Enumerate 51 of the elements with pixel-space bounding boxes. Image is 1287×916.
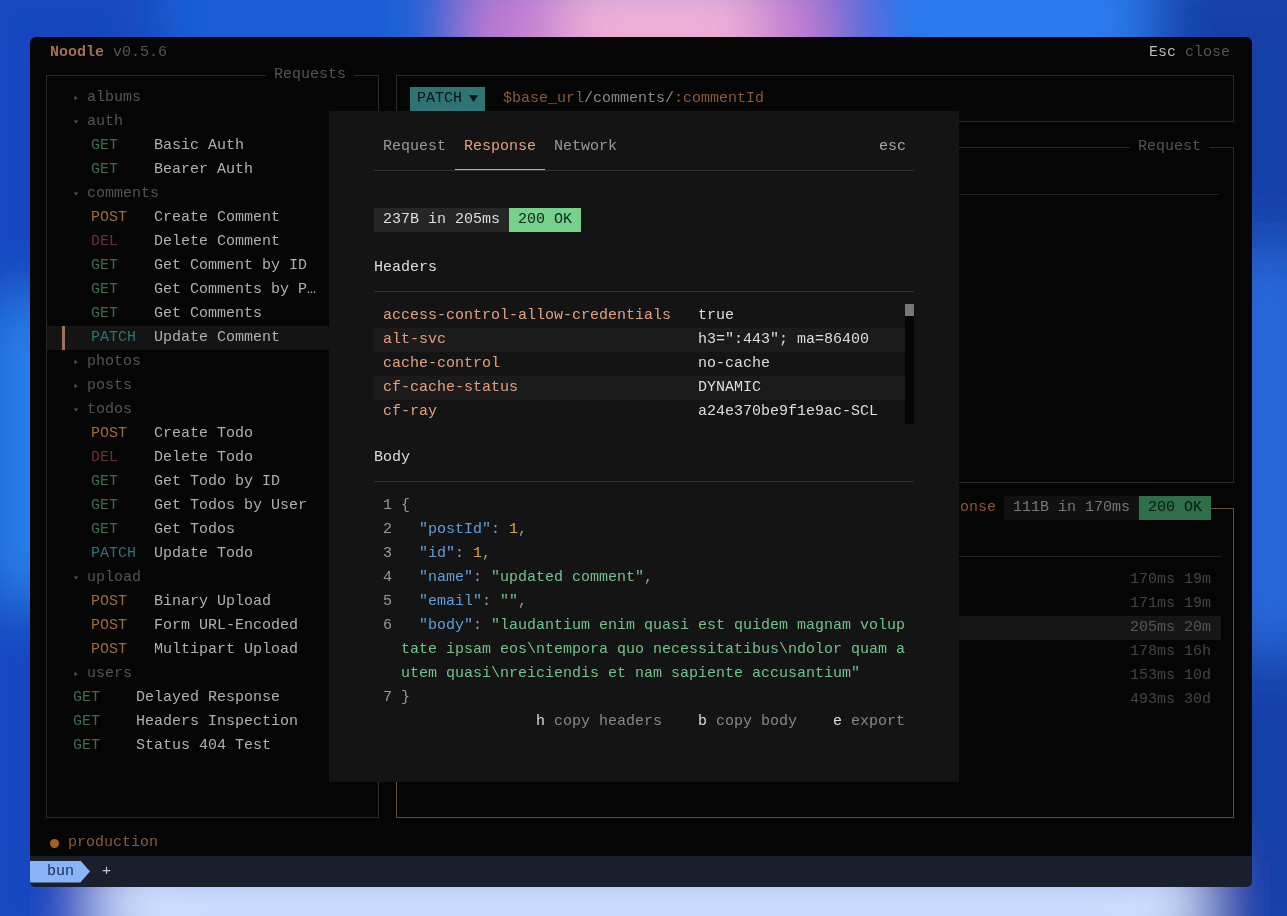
key-hint-label: close: [1185, 43, 1230, 63]
code-line: "name": "updated comment",: [418, 568, 655, 588]
code-line: "email": "",: [418, 592, 529, 612]
code-line: "postId": 1,: [418, 520, 529, 540]
header-name: cache-control: [383, 354, 502, 374]
status-badge: 200 OK: [509, 208, 582, 232]
shortcut-label[interactable]: copy body: [715, 710, 797, 734]
code-line: {: [401, 496, 411, 516]
header-name: cf-cache-status: [383, 378, 520, 398]
header-value: no-cache: [698, 354, 770, 374]
dialog-tab[interactable]: Response: [455, 135, 546, 170]
line-number: 2: [383, 520, 393, 540]
section-heading: Body: [374, 448, 411, 468]
line-number: 6: [383, 616, 393, 636]
environment-name[interactable]: production: [68, 831, 158, 855]
header-value: true: [698, 306, 734, 326]
new-tab-button[interactable]: +: [102, 859, 112, 884]
header-value: h3=":443"; ma=86400: [698, 330, 870, 350]
code-line: }: [401, 688, 411, 708]
code-line: "id": 1,: [418, 544, 493, 564]
dialog-tab[interactable]: Request: [374, 135, 455, 170]
code-line: "body": "laudantium enim quasi est quidem magnam voluptate ipsam eos\ntempora quo necessitatibus\ndolor quam autem quasi\nreiciendis et nam sapiente accusantium": [401, 616, 907, 684]
dialog-tab[interactable]: Network: [545, 135, 627, 170]
line-number: 5: [383, 592, 393, 612]
shortcut-label[interactable]: copy headers: [553, 710, 662, 734]
panel-title: onse: [959, 498, 996, 518]
caret-icon: [469, 94, 478, 103]
line-number: 3: [383, 544, 393, 564]
url-field[interactable]: $base_url/comments/:commentId: [503, 86, 765, 111]
section-heading: Headers: [374, 258, 438, 278]
line-number: 7: [383, 688, 393, 708]
close-hint[interactable]: esc: [879, 135, 914, 170]
header-value: DYNAMIC: [698, 378, 761, 398]
key-hint: Esc: [1148, 43, 1176, 63]
shortcut-key: b: [697, 710, 707, 734]
app-version: v0.5.6: [113, 43, 168, 63]
status-badge: 200 OK: [1139, 496, 1211, 520]
header-name: alt-svc: [383, 330, 447, 350]
shortcut-label[interactable]: export: [851, 710, 905, 734]
line-number: 1: [383, 496, 393, 516]
shortcut-key: e: [832, 710, 842, 734]
terminal-tab[interactable]: bun: [30, 860, 90, 883]
response-size: 237B in 205ms: [374, 208, 510, 232]
shortcut-key: h: [535, 710, 545, 734]
scrollbar[interactable]: [905, 304, 914, 424]
app-name: Noodle: [50, 43, 104, 63]
header-name: cf-ray: [383, 402, 438, 422]
response-size: 111B in 170ms: [1003, 496, 1139, 520]
line-number: 4: [383, 568, 393, 588]
header-name: access-control-allow-credentials: [383, 306, 673, 326]
header-value: a24e370be9f1e9ac-SCL: [698, 402, 879, 422]
